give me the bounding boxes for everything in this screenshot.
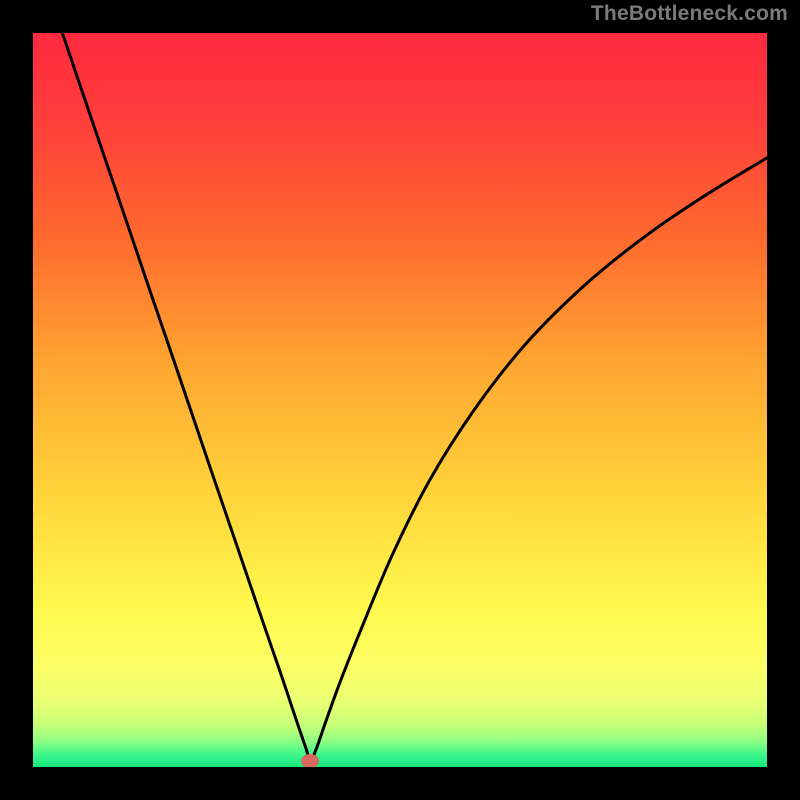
chart-frame: TheBottleneck.com xyxy=(0,0,800,800)
plot-area xyxy=(33,33,767,767)
bottleneck-curve xyxy=(33,33,767,767)
attribution-text: TheBottleneck.com xyxy=(591,2,788,26)
